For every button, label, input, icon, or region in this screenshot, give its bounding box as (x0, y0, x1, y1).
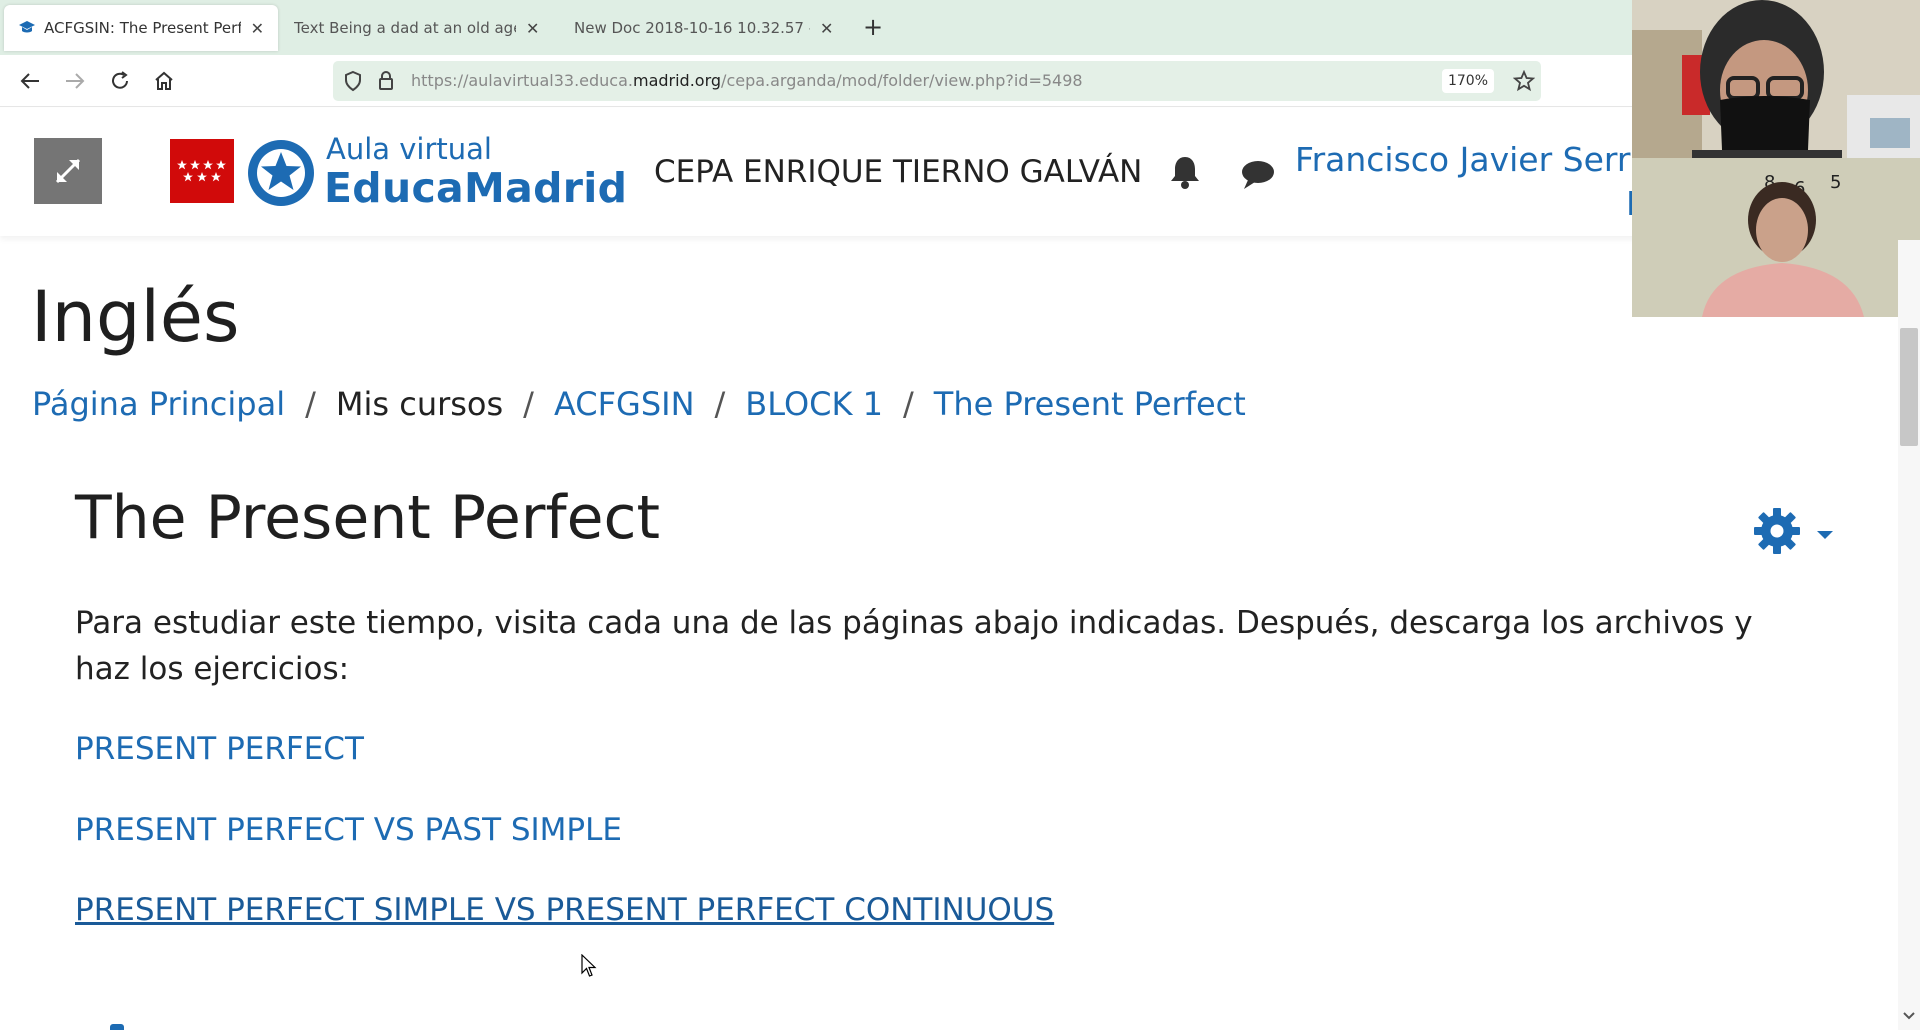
breadcrumb-block-1[interactable]: BLOCK 1 (745, 385, 883, 423)
graduation-cap-icon (18, 19, 36, 37)
back-arrow-icon[interactable] (16, 67, 44, 95)
breadcrumb-separator: / (902, 385, 914, 423)
breadcrumb-acfgsin[interactable]: ACFGSIN (554, 385, 695, 423)
tab-text-dad[interactable]: Text Being a dad at an old age (ke ✕ (280, 5, 556, 51)
scrollbar-thumb[interactable] (1900, 328, 1918, 446)
breadcrumb-separator: / (523, 385, 534, 423)
shield-icon[interactable] (343, 70, 363, 96)
logo-text-aula-virtual: Aula virtual (326, 132, 492, 166)
close-icon[interactable]: ✕ (526, 19, 539, 38)
gear-icon (1752, 506, 1802, 560)
caret-down-icon (1816, 526, 1834, 545)
reload-icon[interactable] (106, 67, 134, 95)
url-bar[interactable]: https://aulavirtual33.educa.madrid.org/c… (333, 61, 1541, 101)
star-icon[interactable] (1512, 69, 1536, 96)
cut-off-content (110, 1024, 124, 1030)
forward-arrow-icon[interactable] (61, 67, 89, 95)
chat-icon[interactable] (1240, 158, 1276, 192)
intro-text: Para estudiar este tiempo, visita cada u… (75, 605, 1753, 687)
breadcrumb-mis-cursos: Mis cursos (335, 385, 504, 423)
lock-icon[interactable] (377, 69, 395, 95)
webcam-feed-teacher (1632, 0, 1920, 158)
settings-menu-button[interactable] (1752, 506, 1836, 556)
activity-title: The Present Perfect (75, 483, 661, 553)
breadcrumb-separator: / (714, 385, 726, 423)
tab-title: ACFGSIN: The Present Perfect (44, 19, 241, 37)
bell-icon[interactable] (1168, 154, 1202, 190)
link-present-perfect-vs-past-simple[interactable]: PRESENT PERFECT VS PAST SIMPLE (75, 812, 622, 848)
breadcrumb-the-present-perfect[interactable]: The Present Perfect (934, 385, 1246, 423)
madrid-flag-logo (170, 139, 234, 203)
expand-icon[interactable] (34, 138, 102, 204)
link-present-perfect[interactable]: PRESENT PERFECT (75, 731, 364, 767)
webcam-feed-student: 8 6 5 (1632, 158, 1920, 317)
educamadrid-star-logo (246, 138, 316, 208)
breadcrumb-pagina-principal[interactable]: Página Principal (32, 385, 285, 423)
breadcrumb: Página Principal / Mis cursos / ACFGSIN … (32, 385, 1246, 423)
site-name[interactable]: CEPA ENRIQUE TIERNO GALVÁN (654, 154, 1142, 190)
breadcrumb-separator: / (305, 385, 316, 423)
tab-present-perfect[interactable]: ACFGSIN: The Present Perfect ✕ (4, 5, 278, 51)
close-icon[interactable]: ✕ (820, 19, 833, 38)
tab-new-doc[interactable]: New Doc 2018-10-16 10.32.57 - 23 ✕ (560, 5, 850, 51)
close-icon[interactable]: ✕ (251, 19, 264, 38)
svg-text:5: 5 (1830, 172, 1841, 193)
new-tab-button[interactable]: + (856, 10, 890, 44)
url-text[interactable]: https://aulavirtual33.educa.madrid.org/c… (411, 71, 1083, 90)
link-present-perfect-simple-vs-continuous[interactable]: PRESENT PERFECT SIMPLE VS PRESENT PERFEC… (75, 892, 1054, 928)
chevron-down-icon[interactable] (1901, 1008, 1917, 1024)
tab-title: Text Being a dad at an old age (ke (294, 19, 516, 37)
tab-title: New Doc 2018-10-16 10.32.57 - 23 (574, 19, 810, 37)
logo-text-educamadrid: EducaMadrid (324, 164, 628, 212)
page-title: Inglés (31, 276, 240, 358)
mouse-cursor-icon (581, 953, 597, 978)
zoom-indicator[interactable]: 170% (1442, 69, 1494, 93)
home-icon[interactable] (150, 67, 178, 95)
